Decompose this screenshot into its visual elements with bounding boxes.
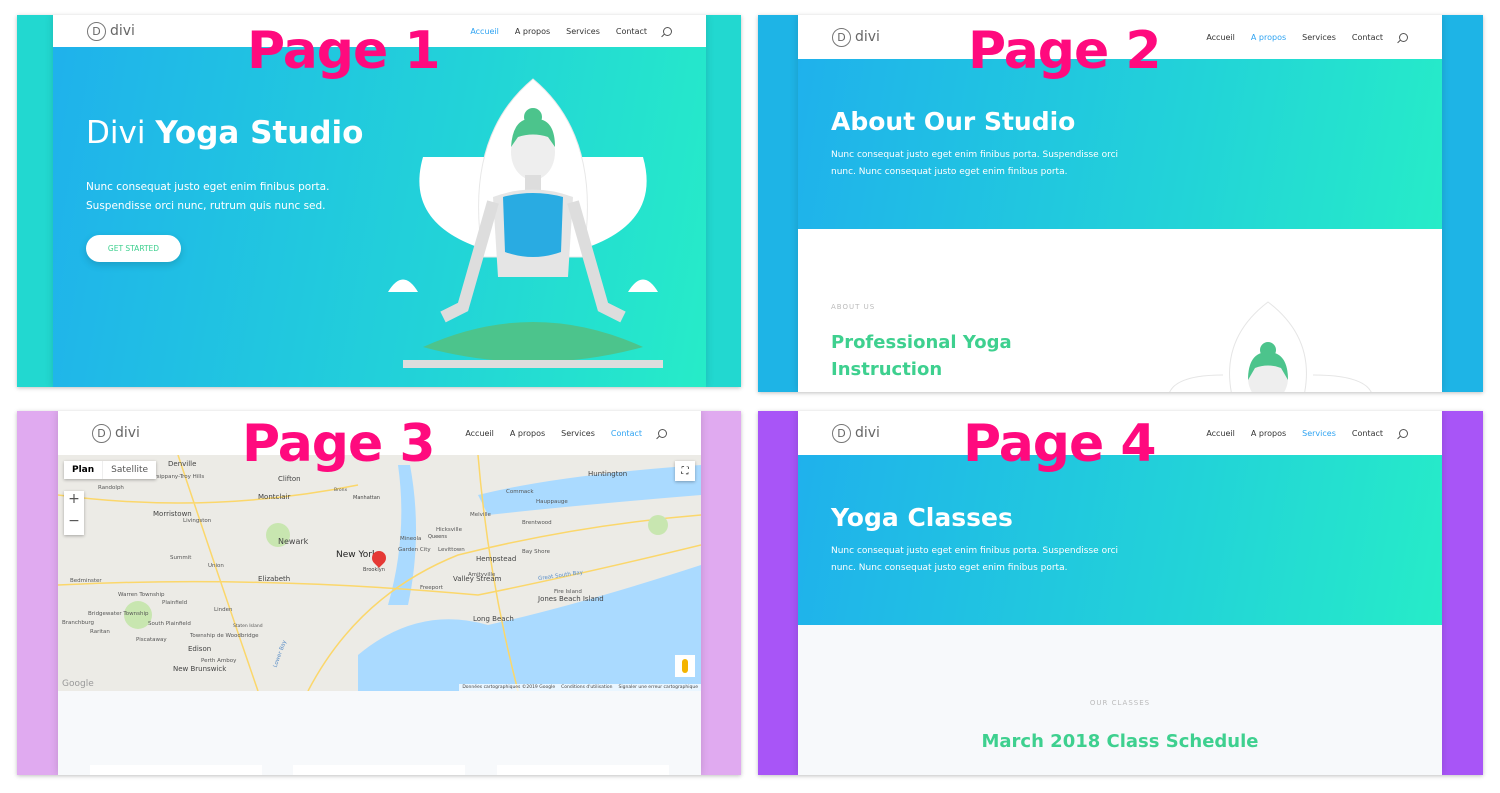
- section-heading: Professional Yoga Instruction: [831, 332, 1012, 380]
- nav-services[interactable]: Services: [1302, 429, 1336, 438]
- section-heading: March 2018 Class Schedule: [981, 731, 1259, 752]
- hero-section: [798, 59, 1442, 229]
- nav-a-propos[interactable]: A propos: [515, 27, 550, 36]
- nav-accueil[interactable]: Accueil: [465, 429, 494, 438]
- contact-card: [293, 765, 465, 775]
- yoga-illustration: [1169, 301, 1372, 392]
- page3-panel: Ddivi Accueil A propos Services Contact …: [17, 411, 741, 775]
- zoom-in-button[interactable]: +: [64, 491, 84, 513]
- nav-accueil[interactable]: Accueil: [470, 27, 499, 36]
- nav-services[interactable]: Services: [561, 429, 595, 438]
- page-label: Page 1: [247, 21, 441, 81]
- page-title: About Our Studio: [831, 107, 1076, 136]
- contact-card: [90, 765, 262, 775]
- divi-logo[interactable]: Ddivi: [92, 423, 140, 443]
- pegman-icon[interactable]: [675, 655, 695, 677]
- search-icon[interactable]: [663, 26, 672, 36]
- search-icon[interactable]: [658, 428, 667, 438]
- nav-contact[interactable]: Contact: [1352, 33, 1383, 42]
- nav-services[interactable]: Services: [566, 27, 600, 36]
- nav-services[interactable]: Services: [1302, 33, 1336, 42]
- page-label: Page 2: [968, 21, 1162, 81]
- page-label: Page 4: [963, 414, 1157, 474]
- page-title: Yoga Classes: [831, 503, 1013, 532]
- main-nav: Accueil A propos Services Contact: [470, 26, 672, 36]
- section-eyebrow: OUR CLASSES: [1089, 699, 1151, 707]
- map-canvas[interactable]: [58, 455, 701, 691]
- nav-a-propos[interactable]: A propos: [1251, 33, 1286, 42]
- hero-text: Nunc consequat justo eget enim finibus p…: [831, 546, 1119, 573]
- yoga-illustration: [388, 78, 663, 368]
- contact-card: [497, 765, 669, 775]
- hero-text: Nunc consequat justo eget enim finibus p…: [86, 181, 330, 212]
- hero-title: Divi Yoga Studio: [86, 115, 364, 151]
- divi-logo[interactable]: Ddivi: [832, 423, 880, 443]
- zoom-out-button[interactable]: −: [64, 513, 84, 535]
- google-logo: Google: [62, 679, 94, 689]
- search-icon[interactable]: [1399, 428, 1408, 438]
- google-map[interactable]: Denville Clifton Montclair Morristown Ne…: [58, 455, 701, 691]
- divi-logo[interactable]: Ddivi: [832, 27, 880, 47]
- map-type-control: Plan Satellite: [64, 461, 157, 479]
- nav-a-propos[interactable]: A propos: [1251, 429, 1286, 438]
- nav-accueil[interactable]: Accueil: [1206, 33, 1235, 42]
- page4-panel: Ddivi Accueil A propos Services Contact …: [758, 411, 1483, 775]
- search-icon[interactable]: [1399, 32, 1408, 42]
- page-label: Page 3: [242, 414, 436, 474]
- fullscreen-icon[interactable]: ⛶: [675, 461, 695, 481]
- map-zoom-controls: + −: [64, 491, 84, 535]
- divi-logo[interactable]: Ddivi: [87, 21, 135, 41]
- map-tab-satellite[interactable]: Satellite: [102, 461, 156, 479]
- get-started-button[interactable]: GET STARTED: [86, 235, 181, 262]
- hero-section: [798, 455, 1442, 625]
- page2-panel: Ddivi Accueil A propos Services Contact …: [758, 15, 1483, 392]
- map-attribution: Données cartographiques ©2019 Google Cond…: [459, 684, 701, 691]
- nav-contact[interactable]: Contact: [611, 429, 642, 438]
- nav-contact[interactable]: Contact: [616, 27, 647, 36]
- map-tab-plan[interactable]: Plan: [64, 461, 102, 479]
- main-nav: Accueil A propos Services Contact: [1206, 428, 1408, 438]
- section-eyebrow: ABOUT US: [831, 303, 876, 311]
- hero-text: Nunc consequat justo eget enim finibus p…: [831, 150, 1119, 177]
- page1-panel: Ddivi Accueil A propos Services Contact …: [17, 15, 741, 387]
- nav-contact[interactable]: Contact: [1352, 429, 1383, 438]
- nav-a-propos[interactable]: A propos: [510, 429, 545, 438]
- nav-accueil[interactable]: Accueil: [1206, 429, 1235, 438]
- main-nav: Accueil A propos Services Contact: [1206, 32, 1408, 42]
- main-nav: Accueil A propos Services Contact: [465, 428, 667, 438]
